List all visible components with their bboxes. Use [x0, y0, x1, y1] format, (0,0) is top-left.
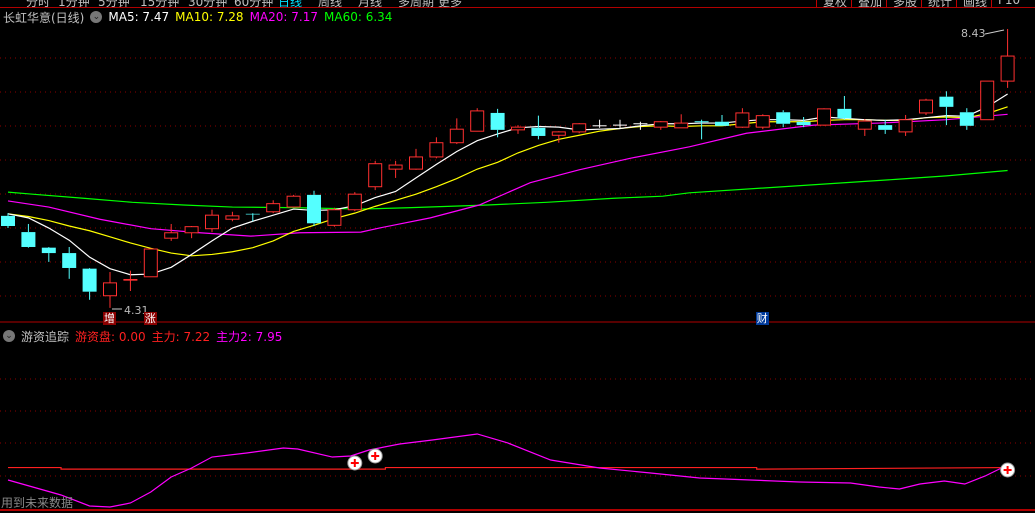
- high-price-label: 8.43: [961, 27, 986, 40]
- candle-down: [82, 268, 97, 292]
- ma5-line: [7, 93, 1008, 276]
- candle-up: [327, 209, 342, 226]
- candle-up: [449, 128, 464, 144]
- toolbar-tab-label: F10: [998, 0, 1021, 7]
- candle-up: [674, 122, 689, 129]
- ma60-label: MA60: 6.34: [324, 10, 393, 24]
- kline-chart[interactable]: [0, 0, 1035, 513]
- signal-badge: 增: [103, 312, 116, 325]
- stock-title: 长虹华意(日线): [3, 10, 85, 25]
- period-tab[interactable]: 30分钟: [188, 0, 227, 7]
- candle-down: [837, 108, 852, 119]
- period-tab[interactable]: 多周期: [398, 0, 434, 7]
- zhuli2-line: [7, 433, 1008, 508]
- candle-down: [62, 253, 77, 268]
- candle-up: [1000, 55, 1015, 82]
- period-tab[interactable]: 60分钟: [234, 0, 273, 7]
- candle-up: [409, 156, 423, 170]
- period-toolbar: 分时 1分钟 5分钟 15分钟 30分钟 60分钟 日线 周线 月线 多周期 更多 复权 叠加 多股 统计 画…: [0, 0, 1035, 8]
- candle-up: [368, 163, 383, 188]
- candle-down: [531, 127, 546, 136]
- sub-indicator: [7, 433, 1016, 508]
- chevron-down-icon[interactable]: ⌄: [3, 330, 15, 342]
- annotations: [112, 29, 1005, 310]
- candle-up: [184, 226, 199, 234]
- toolbar-tab-label: 多股: [893, 0, 918, 8]
- candle-up: [817, 108, 831, 126]
- youzi-label: 游资盘: 0.00: [75, 329, 146, 344]
- candle-down: [939, 96, 954, 107]
- candle-down: [796, 121, 811, 126]
- period-tab[interactable]: 月线: [358, 0, 382, 7]
- candle-down: [776, 112, 791, 124]
- zhuli-line: [8, 466, 1008, 470]
- candle-up: [103, 282, 117, 297]
- candle-down: [959, 112, 974, 126]
- ma20-label: MA20: 7.17: [249, 10, 318, 24]
- main-chart-header: 长虹华意(日线) ⌄ MA5: 7.47 MA10: 7.28 MA20: 7.…: [3, 9, 392, 25]
- toolbar-tab[interactable]: 统计: [921, 0, 956, 7]
- toolbar-tab-label: 统计: [928, 0, 953, 8]
- candle-down: [715, 121, 729, 126]
- period-tab[interactable]: 日线: [278, 0, 302, 7]
- ma60-line: [7, 169, 1008, 210]
- candle-up: [143, 248, 158, 278]
- candle-up: [735, 112, 750, 128]
- candle-up: [980, 80, 995, 121]
- period-tab[interactable]: 5分钟: [98, 0, 130, 7]
- future-data-note: 用到未来数据: [1, 496, 74, 510]
- candle-down: [307, 194, 321, 224]
- high-arrow-icon: [984, 29, 1005, 35]
- candle-up: [755, 115, 770, 128]
- candle-down: [41, 247, 56, 254]
- candle-up: [266, 203, 281, 213]
- signal-badge: 涨: [143, 312, 157, 325]
- candle-up: [225, 215, 240, 220]
- candle-down: [490, 112, 505, 130]
- candle-up: [572, 123, 587, 133]
- candle-up: [123, 278, 138, 281]
- indicator-title: 游资追踪: [21, 329, 70, 344]
- ma10-label: MA10: 7.28: [175, 10, 244, 24]
- candle-up: [205, 214, 219, 230]
- toolbar-tab-label: 画线: [963, 0, 988, 8]
- candle-down: [878, 125, 893, 130]
- candle-up: [429, 142, 444, 158]
- zhuli-label: 主力: 7.22: [151, 329, 211, 344]
- candle-up: [470, 110, 485, 132]
- zhuli2-label: 主力2: 7.95: [216, 329, 283, 344]
- candle-up: [919, 99, 933, 114]
- toolbar-tab[interactable]: 叠加: [851, 0, 886, 7]
- toolbar-tab[interactable]: F10: [991, 0, 1026, 7]
- candle-up: [898, 119, 913, 133]
- candle-up: [653, 121, 668, 128]
- candle-up: [164, 232, 179, 239]
- toolbar-tab[interactable]: 复权: [816, 0, 851, 7]
- sub-chart-header: ⌄ 游资追踪 游资盘: 0.00 主力: 7.22 主力2: 7.95: [3, 328, 282, 344]
- ma-lines: [7, 93, 1008, 276]
- toolbar-tab-label: 复权: [823, 0, 848, 8]
- candle-up: [511, 126, 525, 131]
- candle-up: [551, 131, 566, 136]
- chevron-down-icon[interactable]: ⌄: [90, 11, 103, 23]
- candle-down: [245, 213, 260, 215]
- candle-down: [1, 215, 15, 226]
- toolbar-tab[interactable]: 多股: [886, 0, 921, 7]
- ma20-line: [7, 113, 1008, 237]
- candle-up: [286, 195, 301, 208]
- period-tab[interactable]: 1分钟: [58, 0, 90, 7]
- toolbar-tab-label: 叠加: [858, 0, 883, 8]
- period-tab[interactable]: 15分钟: [140, 0, 179, 7]
- period-tab[interactable]: 周线: [318, 0, 342, 7]
- period-tab[interactable]: 更多: [438, 0, 462, 7]
- signal-badge: 财: [755, 312, 769, 325]
- candle-down: [21, 232, 36, 247]
- candle-up: [388, 164, 403, 170]
- period-tab[interactable]: 分时: [26, 0, 50, 7]
- candles: [1, 28, 1015, 308]
- toolbar-tab[interactable]: 画线: [956, 0, 991, 7]
- ma5-label: MA5: 7.47: [108, 10, 170, 24]
- candle-up: [347, 193, 362, 211]
- candle-up: [857, 120, 872, 130]
